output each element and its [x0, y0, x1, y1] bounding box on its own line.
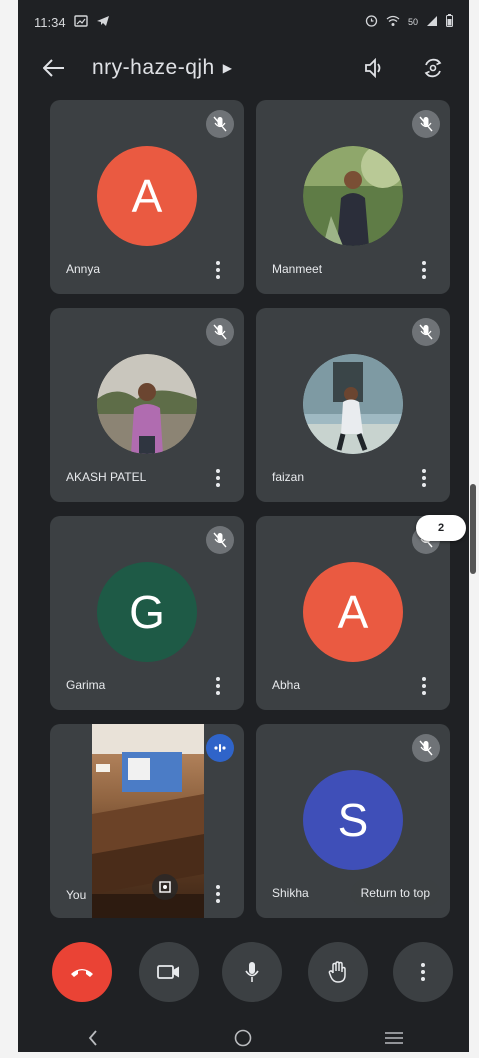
more-vert-icon [421, 963, 425, 981]
participant-name: Garima [66, 678, 106, 692]
status-right: 50 [365, 14, 453, 30]
more-vert-icon [216, 885, 220, 903]
participant-name: faizan [272, 470, 305, 484]
header-actions [355, 48, 453, 88]
participant-options-button[interactable] [410, 672, 438, 700]
nav-home-button[interactable] [223, 1023, 263, 1053]
system-navigation-bar [18, 1018, 469, 1058]
videocam-icon [157, 965, 179, 979]
participant-options-button[interactable] [204, 256, 232, 284]
participant-photo [97, 354, 197, 454]
speaker-icon [365, 58, 381, 78]
mic-off-icon [412, 734, 440, 762]
raise-hand-button[interactable] [308, 942, 368, 1002]
participant-options-button[interactable] [204, 880, 232, 908]
more-vert-icon [216, 677, 220, 695]
home-circle-icon [235, 1029, 252, 1047]
camera-toggle-button[interactable] [139, 942, 199, 1002]
mic-off-icon [206, 318, 234, 346]
more-options-button[interactable] [393, 942, 453, 1002]
scan-border-left [0, 0, 18, 1058]
microphone-toggle-button[interactable] [222, 942, 282, 1002]
call-controls [18, 940, 469, 1004]
more-vert-icon [422, 469, 426, 487]
network-speed-text: 50 [407, 17, 418, 27]
more-vert-icon [216, 261, 220, 279]
arrow-left-icon [43, 59, 64, 77]
caret-right-icon[interactable]: ▶ [223, 61, 232, 75]
mic-off-icon [206, 110, 234, 138]
switch-camera-icon [424, 58, 442, 78]
meeting-header: nry-haze-qjh ▶ [18, 44, 469, 92]
participant-name: Annya [66, 262, 101, 276]
participant-tile-manmeet[interactable]: Manmeet [256, 100, 450, 294]
gallery-notification-icon [73, 14, 88, 30]
crop-icon [159, 881, 171, 893]
hidden-participants-count[interactable]: 2 [416, 515, 466, 541]
telegram-notification-icon [96, 15, 110, 30]
participant-tile-shikha[interactable]: S Shikha Return to top [256, 724, 450, 918]
hang-up-icon [71, 969, 93, 977]
participant-tile-faizan[interactable]: faizan [256, 308, 450, 502]
switch-camera-button[interactable] [413, 48, 453, 88]
participant-photo [303, 354, 403, 454]
participant-options-button[interactable] [410, 464, 438, 492]
participant-tile-akash-patel[interactable]: AKASH PATEL [50, 308, 244, 502]
return-to-top-button[interactable]: Return to top [350, 880, 440, 906]
participant-tile-garima[interactable]: G Garima [50, 516, 244, 710]
participant-name: Shikha [272, 886, 309, 900]
participant-avatar: G [97, 562, 197, 662]
mic-off-icon [412, 318, 440, 346]
participant-tile-abha[interactable]: A Abha [256, 516, 450, 710]
battery-icon [446, 14, 453, 30]
menu-lines-icon [384, 1032, 403, 1044]
participant-options-button[interactable] [410, 256, 438, 284]
status-bar: 11:34 50 [18, 0, 469, 44]
meeting-code[interactable]: nry-haze-qjh [92, 56, 215, 80]
participant-name: Abha [272, 678, 301, 692]
participant-name: You [66, 888, 87, 902]
participant-tile-annya[interactable]: A Annya [50, 100, 244, 294]
participant-avatar: S [303, 770, 403, 870]
nav-recents-button[interactable] [374, 1023, 414, 1053]
status-time: 11:34 [34, 14, 66, 30]
scrollbar-thumb[interactable] [470, 484, 476, 574]
participant-photo [303, 146, 403, 246]
chevron-left-icon [88, 1030, 97, 1046]
nav-back-button[interactable] [73, 1023, 113, 1053]
audio-output-button[interactable] [355, 48, 395, 88]
alarm-icon [365, 14, 378, 30]
participant-avatar: A [97, 146, 197, 246]
mic-off-icon [206, 526, 234, 554]
participant-name: AKASH PATEL [66, 470, 147, 484]
audio-level-icon [206, 734, 234, 762]
mic-icon [245, 962, 259, 982]
signal-icon [426, 15, 438, 30]
hand-icon [328, 961, 346, 983]
end-call-button[interactable] [52, 942, 112, 1002]
status-left: 11:34 [34, 15, 110, 30]
more-vert-icon [422, 677, 426, 695]
participant-name: Manmeet [272, 262, 323, 276]
wifi-icon [386, 15, 400, 30]
back-button[interactable] [34, 48, 74, 88]
reframe-button[interactable] [152, 874, 178, 900]
participant-options-button[interactable] [204, 464, 232, 492]
more-vert-icon [422, 261, 426, 279]
more-vert-icon [216, 469, 220, 487]
participant-avatar: A [303, 562, 403, 662]
self-video-preview [92, 724, 204, 918]
participant-options-button[interactable] [204, 672, 232, 700]
mic-off-icon [412, 110, 440, 138]
